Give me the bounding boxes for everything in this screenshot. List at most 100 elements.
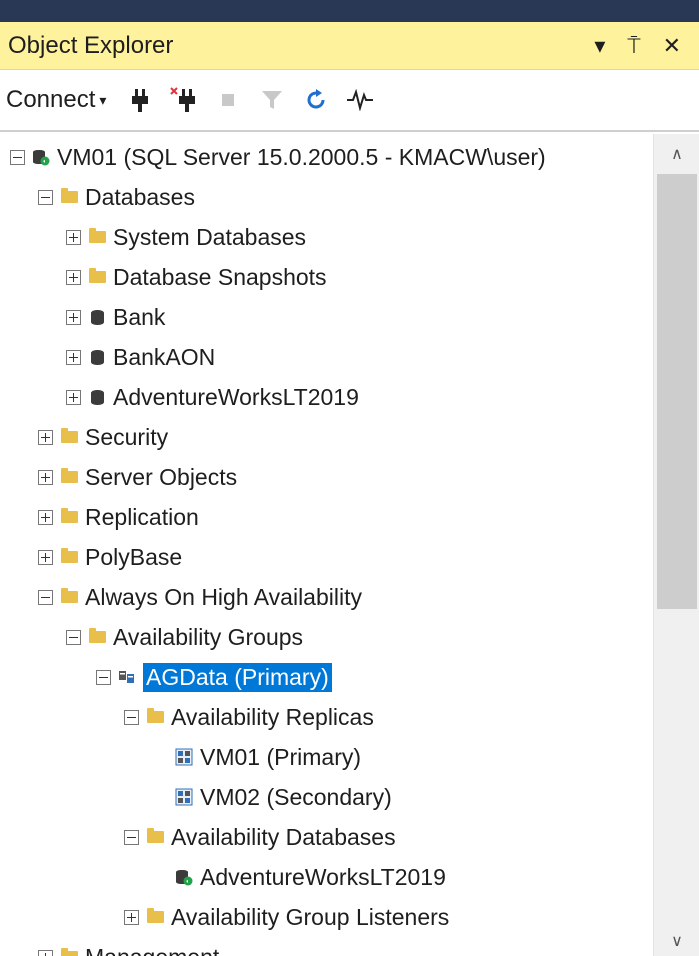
object-explorer-title-bar: Object Explorer ▾ ⍑ ✕	[0, 22, 699, 70]
tree-node-label: System Databases	[113, 223, 307, 250]
folder-icon	[87, 227, 107, 247]
tree-node-label: Management	[85, 944, 219, 956]
scrollbar-thumb[interactable]	[657, 174, 697, 609]
tree-node-label: Always On High Availability	[85, 583, 362, 610]
folder-icon	[59, 587, 79, 607]
tree-node-label-selected: AGData (Primary)	[142, 661, 333, 693]
folder-icon	[59, 947, 79, 956]
tree-node-label: BankAON	[113, 343, 216, 370]
expand-icon[interactable]	[66, 269, 81, 285]
tree-node-adventureworks[interactable]: AdventureWorksLT2019	[66, 377, 359, 417]
availability-group-icon	[117, 667, 137, 687]
tree-node-label: Database Snapshots	[113, 263, 327, 290]
tree-node-management[interactable]: Management	[38, 937, 219, 956]
panel-title: Object Explorer	[8, 31, 174, 59]
tree-node-bankaon[interactable]: BankAON	[66, 337, 215, 377]
tree-node-availability-replicas[interactable]: Availability Replicas	[124, 697, 374, 737]
replica-icon	[174, 747, 194, 767]
object-explorer-tree: VM01 (SQL Server 15.0.2000.5 - KMACW\use…	[0, 134, 650, 956]
folder-icon	[59, 467, 79, 487]
tree-node-always-on[interactable]: Always On High Availability	[38, 577, 362, 617]
folder-icon	[145, 707, 165, 727]
expand-icon[interactable]	[38, 429, 53, 445]
vertical-scrollbar[interactable]: ∧ ∨	[653, 134, 699, 956]
tree-node-bank[interactable]: Bank	[66, 297, 165, 337]
tree-node-server[interactable]: VM01 (SQL Server 15.0.2000.5 - KMACW\use…	[10, 137, 546, 177]
collapse-icon[interactable]	[124, 829, 139, 845]
tree-node-label: VM01 (SQL Server 15.0.2000.5 - KMACW\use…	[57, 143, 546, 170]
folder-icon	[145, 907, 165, 927]
tree-node-label: Availability Groups	[113, 623, 304, 650]
close-icon[interactable]: ✕	[663, 33, 681, 59]
tree-node-availability-groups[interactable]: Availability Groups	[66, 617, 303, 657]
folder-icon	[59, 547, 79, 567]
database-icon	[87, 307, 107, 327]
tree-node-label: Bank	[113, 303, 166, 330]
tree-node-database-snapshots[interactable]: Database Snapshots	[66, 257, 327, 297]
expand-icon[interactable]	[66, 389, 81, 405]
database-icon	[87, 347, 107, 367]
expand-icon[interactable]	[66, 349, 81, 365]
expand-icon[interactable]	[66, 229, 81, 245]
window-top-bar	[0, 0, 699, 22]
folder-icon	[145, 827, 165, 847]
window-position-dropdown-icon[interactable]: ▾	[594, 33, 605, 59]
object-explorer-toolbar: Connect ▾	[0, 70, 699, 132]
tree-node-server-objects[interactable]: Server Objects	[38, 457, 237, 497]
collapse-icon[interactable]	[10, 149, 25, 165]
collapse-icon[interactable]	[38, 589, 53, 605]
collapse-icon[interactable]	[124, 709, 139, 725]
synced-database-icon	[174, 867, 194, 887]
tree-node-label: VM02 (Secondary)	[200, 783, 392, 810]
tree-node-security[interactable]: Security	[38, 417, 168, 457]
connect-label: Connect	[6, 86, 96, 113]
tree-node-label: Server Objects	[85, 463, 238, 490]
tree-node-agdata[interactable]: AGData (Primary)	[96, 657, 333, 697]
tree-node-label: AdventureWorksLT2019	[200, 863, 446, 890]
expand-icon[interactable]	[66, 309, 81, 325]
tree-node-availability-databases[interactable]: Availability Databases	[124, 817, 396, 857]
connect-dropdown-icon[interactable]: ▾	[99, 92, 106, 109]
tree-node-ag-listeners[interactable]: Availability Group Listeners	[124, 897, 449, 937]
database-icon	[87, 387, 107, 407]
tree-node-ag-database[interactable]: AdventureWorksLT2019	[174, 857, 446, 897]
tree-node-replication[interactable]: Replication	[38, 497, 199, 537]
disconnect-plug-icon[interactable]	[164, 80, 204, 120]
refresh-icon[interactable]	[296, 80, 336, 120]
expand-icon[interactable]	[38, 469, 53, 485]
pin-icon[interactable]: ⍑	[627, 33, 640, 59]
tree-node-label: Availability Group Listeners	[171, 903, 450, 930]
tree-node-system-databases[interactable]: System Databases	[66, 217, 306, 257]
folder-icon	[87, 267, 107, 287]
tree-node-label: Security	[85, 423, 169, 450]
collapse-icon[interactable]	[96, 669, 111, 685]
tree-node-label: VM01 (Primary)	[200, 743, 362, 770]
tree-node-label: PolyBase	[85, 543, 183, 570]
collapse-icon[interactable]	[66, 629, 81, 645]
collapse-icon[interactable]	[38, 189, 53, 205]
expand-icon[interactable]	[38, 509, 53, 525]
expand-icon[interactable]	[38, 549, 53, 565]
tree-node-label: Availability Replicas	[171, 703, 374, 730]
replica-icon	[174, 787, 194, 807]
connect-button[interactable]: Connect ▾	[6, 86, 106, 114]
tree-node-label: AdventureWorksLT2019	[113, 383, 359, 410]
server-icon	[31, 147, 51, 167]
activity-monitor-icon[interactable]	[340, 80, 380, 120]
tree-node-label: Availability Databases	[171, 823, 396, 850]
tree-node-polybase[interactable]: PolyBase	[38, 537, 182, 577]
tree-node-databases[interactable]: Databases	[38, 177, 195, 217]
folder-icon	[59, 427, 79, 447]
expand-icon[interactable]	[124, 909, 139, 925]
scroll-up-arrow-icon[interactable]: ∧	[654, 134, 699, 174]
folder-icon	[59, 507, 79, 527]
folder-icon	[59, 187, 79, 207]
expand-icon[interactable]	[38, 949, 53, 956]
connect-plug-icon[interactable]	[120, 80, 160, 120]
scroll-down-arrow-icon[interactable]: ∨	[654, 926, 699, 956]
stop-icon	[208, 80, 248, 120]
tree-node-replica-vm02[interactable]: VM02 (Secondary)	[174, 777, 392, 817]
folder-icon	[87, 627, 107, 647]
tree-node-label: Replication	[85, 503, 199, 530]
tree-node-replica-vm01[interactable]: VM01 (Primary)	[174, 737, 361, 777]
